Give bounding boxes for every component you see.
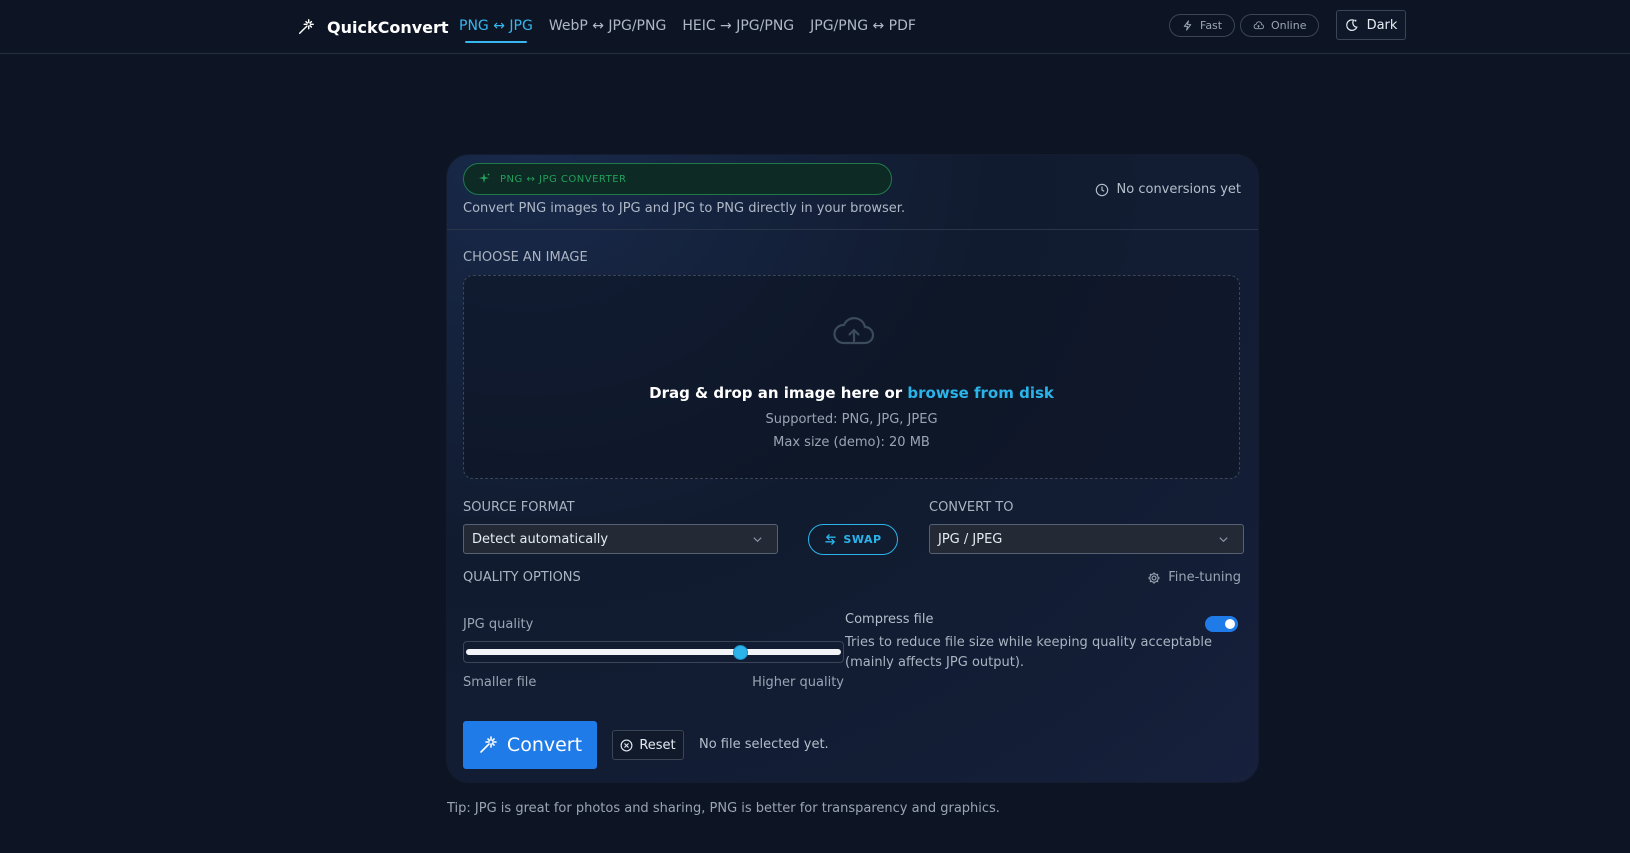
source-format-label: SOURCE FORMAT bbox=[463, 500, 575, 515]
quality-options-label: QUALITY OPTIONS bbox=[463, 570, 581, 585]
max-size-note: Max size (demo): 20 MB bbox=[773, 435, 930, 450]
brand-name: QuickConvert bbox=[327, 17, 449, 37]
moon-icon bbox=[1345, 19, 1358, 31]
gear-icon bbox=[1148, 571, 1160, 584]
file-status: No file selected yet. bbox=[699, 737, 829, 752]
slider-min-label: Smaller file bbox=[463, 675, 537, 690]
magic-wand-icon bbox=[480, 736, 497, 753]
dropzone-instructions: Drag & drop an image here or browse from… bbox=[464, 384, 1239, 402]
slider-max-label: Higher quality bbox=[752, 675, 844, 690]
theme-toggle-button[interactable]: Dark bbox=[1336, 10, 1406, 40]
fine-tuning-label: Fine-tuning bbox=[1168, 570, 1241, 585]
reset-button[interactable]: Reset bbox=[612, 730, 684, 760]
compress-description-line2: (mainly affects JPG output). bbox=[845, 655, 1025, 670]
cloud-upload-icon bbox=[833, 317, 875, 345]
fast-badge: Fast bbox=[1169, 14, 1236, 37]
target-format-value: JPG / JPEG bbox=[938, 531, 1003, 547]
close-circle-icon bbox=[620, 739, 633, 751]
tab-webp-jpg-png[interactable]: WebP ↔ JPG/PNG bbox=[549, 0, 667, 54]
online-label: Online bbox=[1271, 19, 1307, 32]
online-badge: Online bbox=[1240, 14, 1320, 37]
reset-label: Reset bbox=[639, 737, 676, 753]
tab-jpg-png-pdf[interactable]: JPG/PNG ↔ PDF bbox=[810, 0, 916, 54]
cloud-icon bbox=[1253, 21, 1264, 30]
history-text: No conversions yet bbox=[1116, 182, 1241, 197]
dropzone-main-text: Drag & drop an image here or bbox=[649, 384, 908, 402]
conversion-history: No conversions yet bbox=[1095, 182, 1241, 197]
compress-description-line1: Tries to reduce file size while keeping … bbox=[845, 635, 1212, 650]
swap-formats-button[interactable]: SWAP bbox=[808, 524, 898, 555]
compress-file-label: Compress file bbox=[845, 612, 934, 627]
converter-badge: PNG ↔ JPG CONVERTER bbox=[463, 163, 892, 195]
source-format-select[interactable]: Detect automatically bbox=[463, 524, 778, 554]
converter-tabs: PNG ↔ JPG WebP ↔ JPG/PNG HEIC → JPG/PNG … bbox=[459, 0, 916, 54]
choose-image-label: CHOOSE AN IMAGE bbox=[463, 250, 588, 265]
converter-card: PNG ↔ JPG CONVERTER Convert PNG images t… bbox=[447, 155, 1258, 782]
compress-file-toggle[interactable] bbox=[1205, 616, 1238, 632]
browse-disk-link[interactable]: browse from disk bbox=[907, 384, 1053, 402]
source-format-value: Detect automatically bbox=[472, 531, 609, 547]
magic-wand-icon bbox=[298, 19, 314, 35]
swap-arrows-icon bbox=[825, 534, 837, 545]
jpg-quality-label: JPG quality bbox=[463, 617, 534, 632]
supported-formats: Supported: PNG, JPG, JPEG bbox=[765, 412, 938, 427]
convert-label: Convert bbox=[506, 734, 583, 756]
convert-to-label: CONVERT TO bbox=[929, 500, 1014, 515]
fine-tuning-toggle[interactable]: Fine-tuning bbox=[1147, 570, 1241, 585]
lightning-icon bbox=[1183, 20, 1192, 31]
chevron-down-icon bbox=[753, 537, 762, 543]
fast-label: Fast bbox=[1200, 19, 1223, 32]
card-subtitle: Convert PNG images to JPG and JPG to PNG… bbox=[463, 201, 906, 216]
tip-text: Tip: JPG is great for photos and sharing… bbox=[447, 801, 1000, 816]
jpg-quality-slider[interactable] bbox=[463, 641, 844, 663]
tab-heic-jpg-png[interactable]: HEIC → JPG/PNG bbox=[682, 0, 794, 54]
clock-icon bbox=[1095, 183, 1108, 196]
image-dropzone[interactable]: Drag & drop an image here or browse from… bbox=[463, 275, 1240, 479]
target-format-select[interactable]: JPG / JPEG bbox=[929, 524, 1244, 554]
convert-button[interactable]: Convert bbox=[463, 721, 597, 769]
converter-badge-label: PNG ↔ JPG CONVERTER bbox=[500, 173, 627, 185]
swap-label: SWAP bbox=[843, 533, 882, 546]
slider-rail bbox=[466, 649, 841, 655]
tab-png-jpg[interactable]: PNG ↔ JPG bbox=[459, 0, 533, 54]
theme-label: Dark bbox=[1366, 17, 1398, 33]
sparkle-icon bbox=[479, 173, 490, 183]
card-divider bbox=[447, 229, 1258, 230]
slider-thumb[interactable] bbox=[733, 645, 748, 660]
brand[interactable]: QuickConvert bbox=[297, 15, 449, 39]
chevron-down-icon bbox=[1219, 537, 1228, 543]
top-navigation-bar: QuickConvert PNG ↔ JPG WebP ↔ JPG/PNG HE… bbox=[0, 0, 1630, 54]
